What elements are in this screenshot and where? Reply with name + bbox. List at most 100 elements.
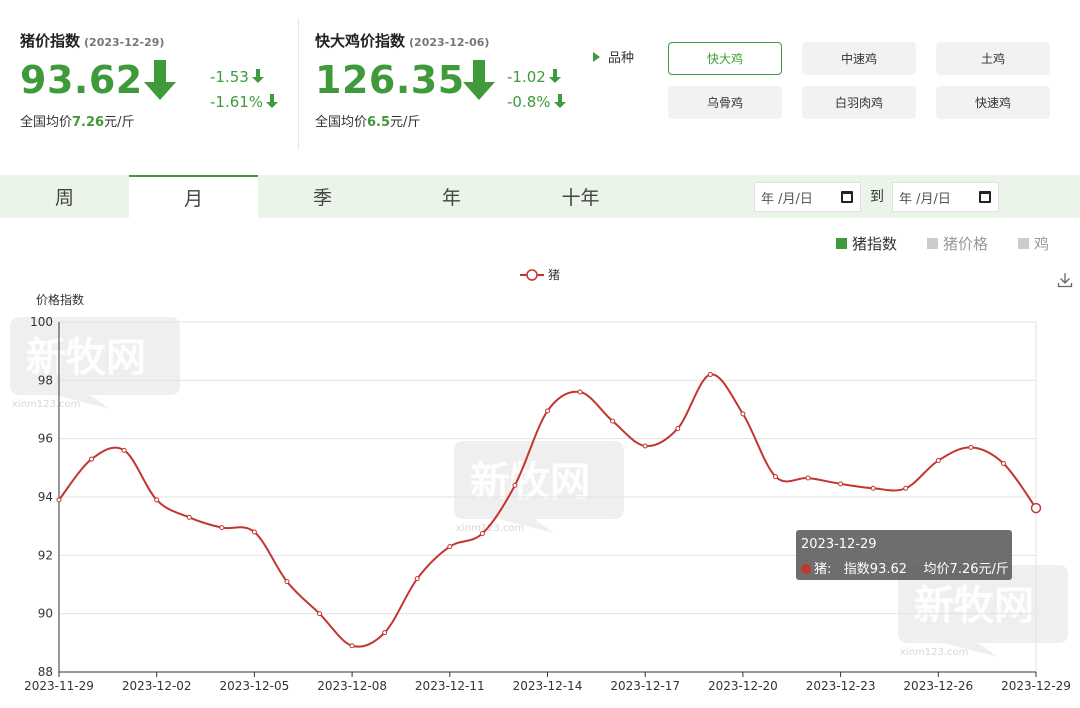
y-tick-label: 100 — [30, 315, 53, 329]
legend-square-icon — [927, 238, 938, 249]
variety-button-kuaisuji[interactable]: 快速鸡 — [936, 86, 1050, 119]
pig-index-value: 93.62 — [20, 58, 143, 102]
x-tick-label: 2023-12-11 — [415, 679, 485, 693]
pig-change-pct: -1.61% — [210, 93, 279, 111]
toggle-pig-index[interactable]: 猪指数 — [836, 233, 897, 254]
watermark-text: 新牧网 — [470, 459, 590, 505]
data-point — [56, 497, 62, 503]
data-point — [577, 389, 583, 395]
data-point — [479, 530, 485, 536]
data-point — [740, 411, 746, 417]
data-point — [447, 544, 453, 550]
x-tick-label: 2023-12-14 — [513, 679, 583, 693]
triangle-right-icon — [593, 52, 600, 62]
down-arrow-icon — [251, 69, 264, 83]
y-tick-label: 88 — [38, 665, 53, 679]
data-point — [903, 485, 909, 491]
data-point — [675, 425, 681, 431]
data-point — [219, 525, 225, 531]
y-tick-label: 92 — [38, 548, 53, 562]
data-point — [414, 576, 420, 582]
down-arrow-icon — [144, 60, 176, 100]
summary-panel: 猪价指数 (2023-12-29) 93.62 -1.53 -1.61% 全国均价… — [0, 0, 1080, 158]
pig-index-line-chart: 新牧网 xinm123.com 新牧网 xinm123.com 新牧网 xinm… — [10, 268, 1071, 693]
chicken-change-pct: -0.8% — [507, 93, 566, 111]
down-arrow-icon — [553, 94, 566, 108]
legend-marker — [526, 269, 538, 281]
data-point — [1000, 460, 1006, 466]
tab-month[interactable]: 月 — [129, 175, 258, 218]
data-point — [870, 485, 876, 491]
calendar-icon[interactable] — [979, 191, 991, 203]
variety-button-zhongsuji[interactable]: 中速鸡 — [802, 42, 916, 75]
x-tick-label: 2023-12-05 — [220, 679, 290, 693]
y-axis-label: 价格指数 — [36, 292, 84, 307]
variety-button-baiyurouji[interactable]: 白羽肉鸡 — [802, 86, 916, 119]
tooltip-date: 2023-12-29 — [801, 537, 877, 552]
x-tick-label: 2023-11-29 — [24, 679, 94, 693]
data-point — [251, 529, 257, 535]
data-point — [512, 482, 518, 488]
period-tab-bar: 周 月 季 年 十年 年 /月/日 年 /月/日 — [0, 175, 1080, 218]
tooltip-row: 猪: 指数93.62 均价7.26元/斤 — [801, 558, 1009, 577]
tab-week[interactable]: 周 — [0, 175, 129, 218]
toggle-pig-price[interactable]: 猪价格 — [927, 233, 988, 254]
data-point — [935, 458, 941, 464]
data-point — [642, 443, 648, 449]
variety-button-wuguji[interactable]: 乌骨鸡 — [668, 86, 782, 119]
series-dot-icon — [801, 564, 811, 574]
calendar-icon[interactable] — [841, 191, 853, 203]
data-point — [317, 611, 323, 617]
data-point — [382, 630, 388, 636]
data-point — [1030, 502, 1042, 514]
chicken-index-title: 快大鸡价指数 (2023-12-06) — [315, 32, 490, 50]
data-point — [349, 643, 355, 649]
tab-year[interactable]: 年 — [387, 175, 516, 218]
watermark-subtext: xinm123.com — [12, 399, 80, 410]
chicken-index-date: (2023-12-06) — [409, 36, 490, 49]
tab-ten-years[interactable]: 十年 — [516, 175, 645, 218]
legend-square-icon — [836, 238, 847, 249]
pig-avg-price: 全国均价7.26元/斤 — [20, 115, 135, 130]
watermark-text: 新牧网 — [914, 583, 1034, 629]
toggle-chicken[interactable]: 鸡 — [1018, 233, 1049, 254]
data-point — [186, 514, 192, 520]
grid-layer — [59, 321, 1037, 673]
pig-change-abs: -1.53 — [210, 68, 264, 86]
chart-legend[interactable]: 猪 — [520, 268, 560, 282]
watermark-layer: 新牧网 xinm123.com 新牧网 xinm123.com 新牧网 xinm… — [10, 317, 1068, 658]
data-point — [772, 474, 778, 480]
tab-quarter[interactable]: 季 — [258, 175, 387, 218]
data-point — [805, 475, 811, 481]
download-icon[interactable] — [1057, 272, 1073, 288]
x-tick-label: 2023-12-02 — [122, 679, 192, 693]
data-point — [968, 444, 974, 450]
data-point — [707, 372, 713, 377]
data-point — [610, 418, 616, 424]
chart-tooltip: 2023-12-29 猪: 指数93.62 均价7.26元/斤 — [796, 530, 1012, 580]
data-point — [838, 481, 844, 487]
y-tick-label: 90 — [38, 607, 53, 621]
chicken-avg-price: 全国均价6.5元/斤 — [315, 115, 421, 130]
x-tick-label: 2023-12-29 — [1001, 679, 1071, 693]
chicken-index-value: 126.35 — [315, 58, 465, 102]
variety-button-kuaidaji[interactable]: 快大鸡 — [668, 42, 782, 75]
data-point — [89, 456, 95, 462]
end-date-input[interactable]: 年 /月/日 — [892, 182, 999, 212]
x-tick-label: 2023-12-08 — [317, 679, 387, 693]
variety-button-tuji[interactable]: 土鸡 — [936, 42, 1050, 75]
down-arrow-icon — [463, 60, 495, 100]
x-tick-label: 2023-12-23 — [806, 679, 876, 693]
data-point — [154, 497, 160, 503]
pig-index-title: 猪价指数 (2023-12-29) — [20, 32, 165, 50]
start-date-input[interactable]: 年 /月/日 — [754, 182, 861, 212]
down-arrow-icon — [548, 69, 561, 83]
legend-square-icon — [1018, 238, 1029, 249]
y-tick-label: 94 — [38, 490, 53, 504]
data-point — [121, 447, 127, 453]
data-point — [545, 408, 550, 414]
x-tick-label: 2023-12-26 — [903, 679, 973, 693]
y-tick-label: 98 — [38, 373, 53, 387]
pig-index-date: (2023-12-29) — [84, 36, 165, 49]
date-range-to-label: 到 — [870, 189, 884, 205]
